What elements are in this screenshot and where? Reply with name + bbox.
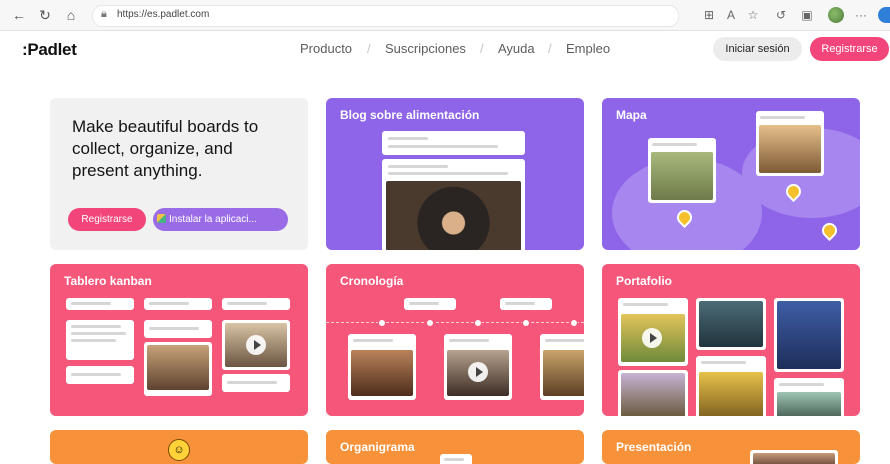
post-card xyxy=(774,378,844,416)
url-text: https://es.padlet.com xyxy=(117,9,210,20)
hero-heading: Make beautiful boards to collect, organi… xyxy=(72,117,259,180)
app-icon xyxy=(157,214,166,223)
column-header xyxy=(66,298,134,310)
post-card xyxy=(382,159,525,250)
sushi-photo xyxy=(386,181,521,250)
edge-sidebar-icon[interactable] xyxy=(878,7,890,23)
nav-suscripciones[interactable]: Suscripciones xyxy=(385,41,466,56)
slide-photo xyxy=(753,453,835,464)
refresh-icon[interactable]: ↻ xyxy=(36,6,54,24)
play-icon[interactable] xyxy=(246,335,266,355)
lock-icon[interactable]: 🔒︎ xyxy=(101,8,107,21)
sunflowers-photo xyxy=(699,372,763,416)
post-card xyxy=(696,356,766,416)
post-card xyxy=(540,334,584,400)
post-card xyxy=(696,298,766,350)
post-card xyxy=(66,320,134,360)
template-card-map[interactable]: Mapa xyxy=(602,98,860,250)
nav-separator: / xyxy=(480,41,484,56)
hero-register-button[interactable]: Registrarse xyxy=(68,208,146,231)
post-card xyxy=(444,334,512,400)
nav-separator: / xyxy=(548,41,552,56)
card-title: Tablero kanban xyxy=(64,274,152,288)
column-header xyxy=(144,298,212,310)
favorites-icon[interactable]: ☆ xyxy=(744,6,762,24)
template-card-timeline[interactable]: Cronología xyxy=(326,264,584,416)
install-app-label: Instalar la aplicaci... xyxy=(169,214,257,225)
template-card-kanban[interactable]: Tablero kanban xyxy=(50,264,308,416)
hero-card: Make beautiful boards to collect, organi… xyxy=(50,98,308,250)
post-card xyxy=(348,334,416,400)
almond-blossom-photo xyxy=(777,392,841,416)
portrait-photo xyxy=(351,350,413,396)
browser-toolbar: ← ↻ ⌂ 🔒︎ https://es.padlet.com ⊞ A ☆ ↺ ▣… xyxy=(0,0,890,31)
post-card xyxy=(144,320,212,338)
read-aloud-icon[interactable]: A xyxy=(722,6,740,24)
card-title: Cronología xyxy=(340,274,404,288)
address-bar[interactable]: 🔒︎ https://es.padlet.com xyxy=(92,5,679,27)
column-header xyxy=(222,298,290,310)
template-card-blog[interactable]: Blog sobre alimentación xyxy=(326,98,584,250)
timeline-dot xyxy=(426,319,434,327)
timeline-dot xyxy=(378,319,386,327)
grid-icon[interactable]: ⊞ xyxy=(700,6,718,24)
post-card xyxy=(774,298,844,372)
profile-icon[interactable] xyxy=(828,7,844,23)
timeline-dot xyxy=(522,319,530,327)
post-card xyxy=(404,298,456,310)
post-card xyxy=(618,298,688,366)
self-portrait-photo xyxy=(699,301,763,347)
portrait-photo xyxy=(543,350,584,396)
timeline-line xyxy=(326,322,584,323)
post-card xyxy=(618,370,688,416)
nav-ayuda[interactable]: Ayuda xyxy=(498,41,535,56)
template-card-orange[interactable]: ☺ xyxy=(50,430,308,464)
card-title: Organigrama xyxy=(340,440,415,454)
smiley-icon: ☺ xyxy=(168,439,190,461)
post-card xyxy=(222,374,290,392)
nav-empleo[interactable]: Empleo xyxy=(566,41,610,56)
map-pin-icon xyxy=(818,219,841,242)
nav-producto[interactable]: Producto xyxy=(300,41,352,56)
post-card xyxy=(144,342,212,396)
card-title: Blog sobre alimentación xyxy=(340,108,480,122)
login-button[interactable]: Iniciar sesión xyxy=(713,37,802,61)
back-icon[interactable]: ← xyxy=(10,6,28,24)
home-icon[interactable]: ⌂ xyxy=(62,6,80,24)
reload-extension-icon[interactable]: ↺ xyxy=(772,6,790,24)
card-title: Presentación xyxy=(616,440,692,454)
post-card xyxy=(648,138,716,203)
card-title: Portafolio xyxy=(616,274,672,288)
timeline-dot xyxy=(570,319,578,327)
irises-photo xyxy=(621,373,685,416)
more-icon[interactable]: ··· xyxy=(852,6,870,24)
nav-separator: / xyxy=(367,41,371,56)
play-icon[interactable] xyxy=(642,328,662,348)
play-icon[interactable] xyxy=(468,362,488,382)
template-card-orgchart[interactable]: Organigrama xyxy=(326,430,584,464)
collections-icon[interactable]: ▣ xyxy=(798,6,816,24)
elephant-photo xyxy=(651,152,713,200)
post-card xyxy=(222,320,290,370)
template-card-presentation[interactable]: Presentación xyxy=(602,430,860,464)
post-card xyxy=(500,298,552,310)
lion-photo xyxy=(759,125,821,173)
post-card xyxy=(66,366,134,384)
post-card xyxy=(440,454,472,464)
starry-night-photo xyxy=(777,301,841,369)
card-title: Mapa xyxy=(616,108,647,122)
post-card xyxy=(382,131,525,155)
template-card-portfolio[interactable]: Portafolio xyxy=(602,264,860,416)
install-app-button[interactable]: Instalar la aplicaci... xyxy=(153,208,288,231)
books-photo xyxy=(147,345,209,390)
post-card xyxy=(756,111,824,176)
timeline-dot xyxy=(474,319,482,327)
post-card xyxy=(750,450,838,464)
register-button[interactable]: Registrarse xyxy=(810,37,889,61)
padlet-logo[interactable]: :Padlet xyxy=(22,40,77,60)
